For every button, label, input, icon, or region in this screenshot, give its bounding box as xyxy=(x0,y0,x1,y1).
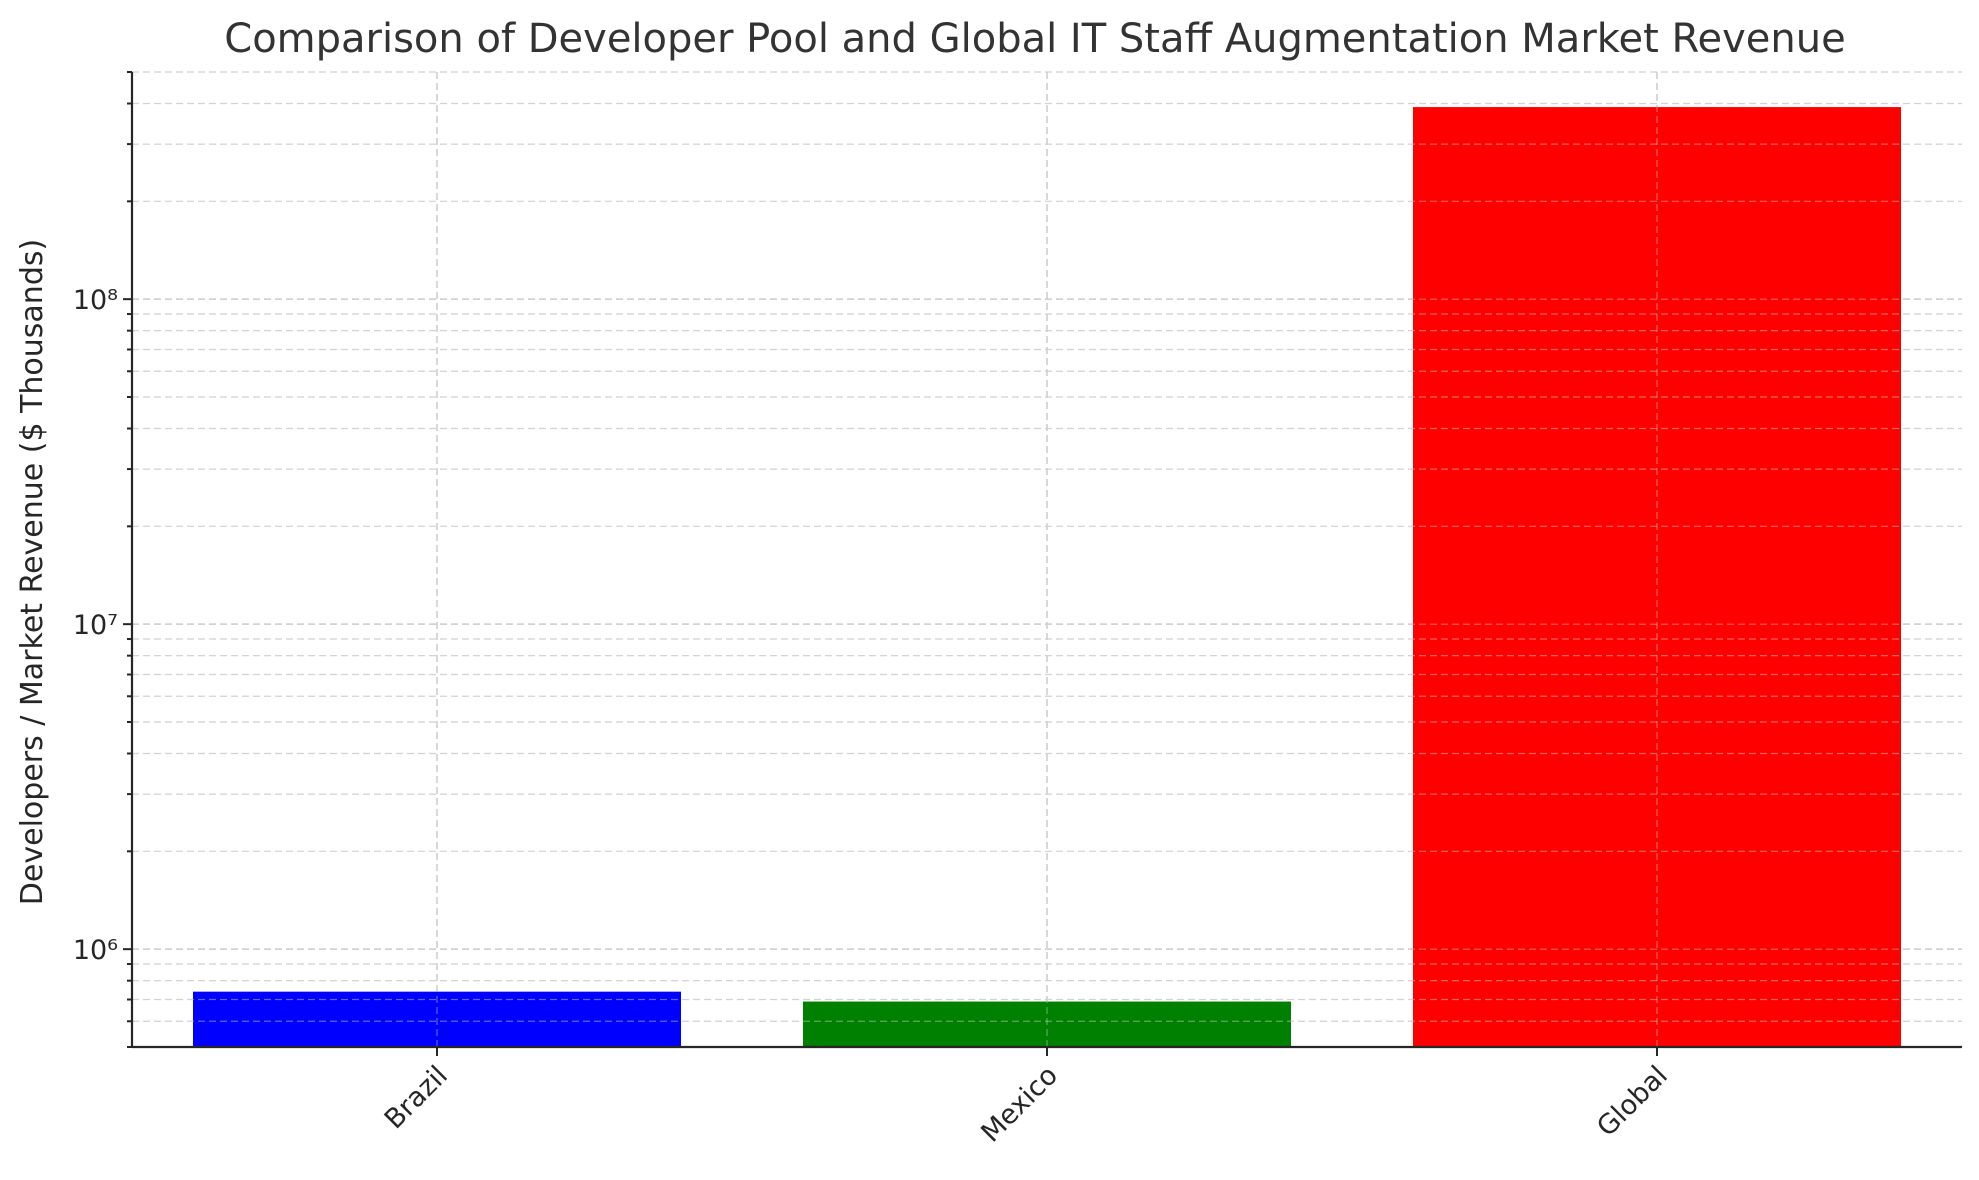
x-tick-label-mexico: Mexico xyxy=(975,1060,1064,1149)
y-tick-label: 10⁷ xyxy=(73,610,118,641)
y-axis-label: Developers / Market Revenue ($ Thousands… xyxy=(15,239,50,905)
bar-chart: Comparison of Developer Pool and Global … xyxy=(15,16,1962,1149)
bars xyxy=(132,71,1962,1048)
chart-container: Comparison of Developer Pool and Global … xyxy=(0,0,1979,1180)
x-tick-label-global: Global xyxy=(1591,1060,1674,1143)
y-tick-label: 10⁶ xyxy=(73,935,118,966)
y-tick-label: 10⁸ xyxy=(73,285,118,316)
chart-title: Comparison of Developer Pool and Global … xyxy=(224,16,1845,62)
x-tick-label-brazil: Brazil xyxy=(379,1060,454,1135)
